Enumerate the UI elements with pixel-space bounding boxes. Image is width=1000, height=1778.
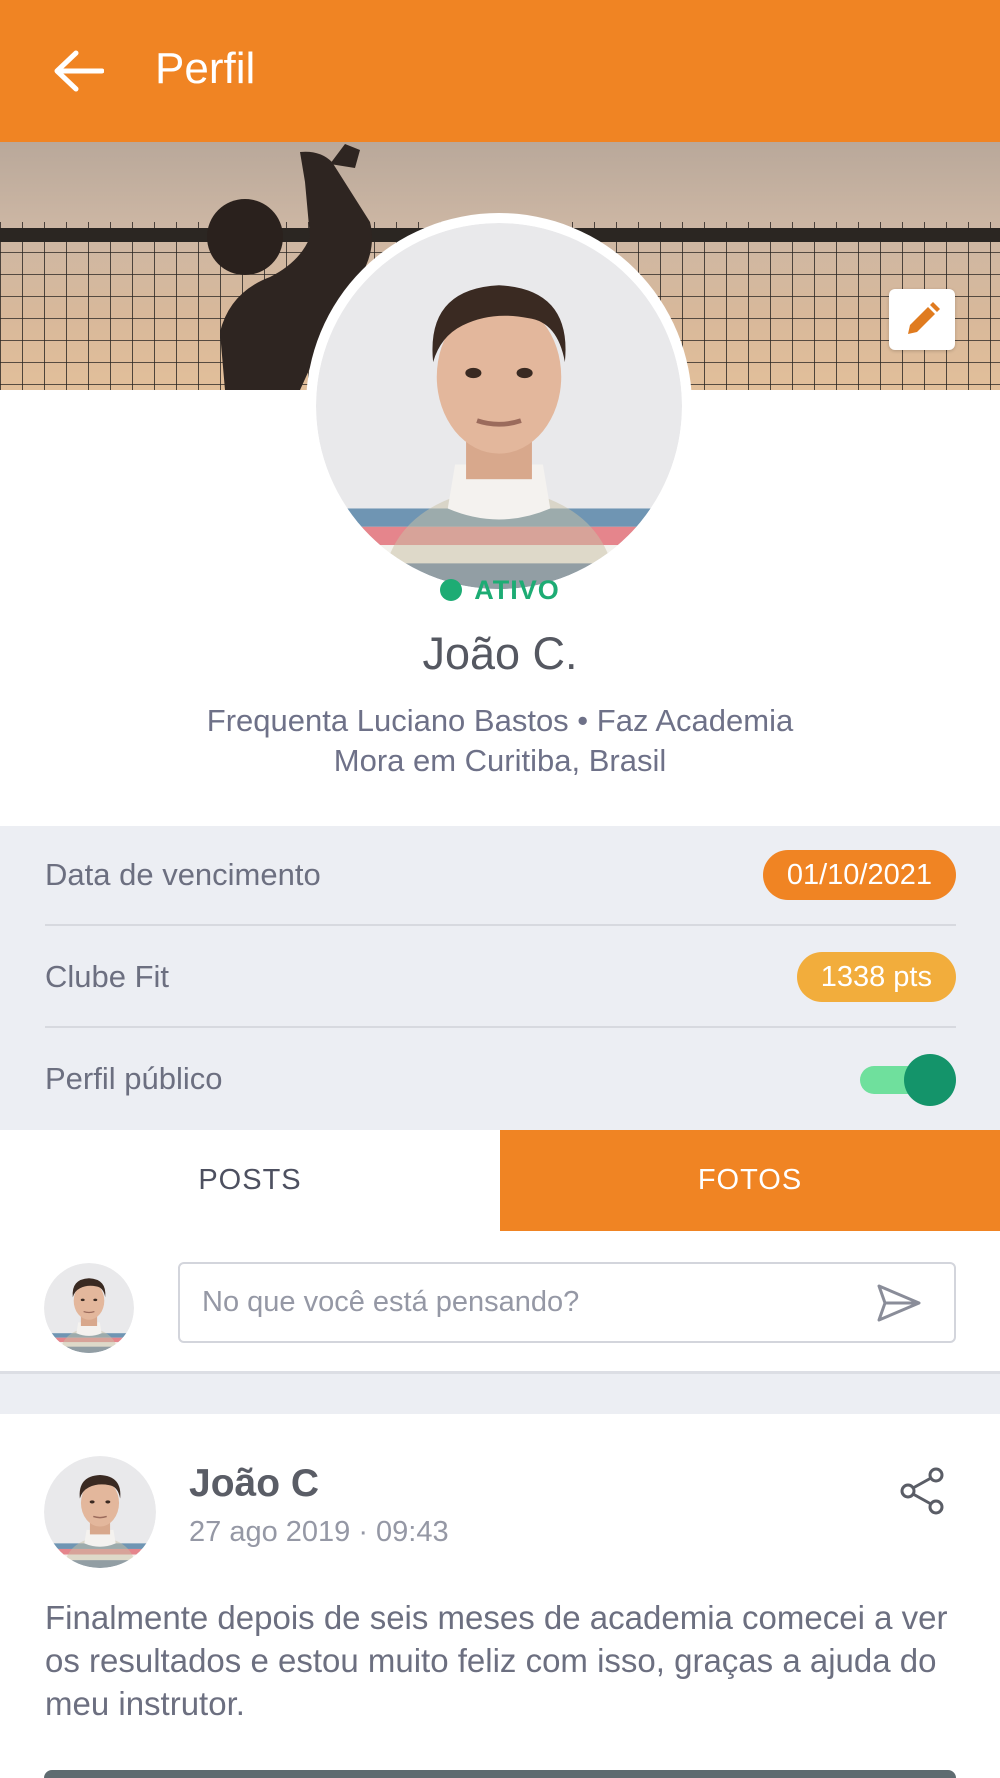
post-input[interactable]: No que você está pensando?	[178, 1262, 956, 1343]
post-text: Finalmente depois de seis meses de acade…	[45, 1599, 948, 1722]
avatar-photo	[44, 1263, 134, 1353]
content-tabs: POSTS FOTOS	[0, 1130, 1000, 1231]
share-button[interactable]	[896, 1464, 950, 1518]
status-badge: ATIVO	[0, 575, 1000, 606]
profile-settings: Data de vencimento 01/10/2021 Clube Fit …	[0, 826, 1000, 1130]
tab-fotos[interactable]: FOTOS	[500, 1130, 1000, 1231]
post-composer: No que você está pensando?	[0, 1231, 1000, 1374]
page-title: Perfil	[155, 44, 256, 93]
status-dot-icon	[440, 579, 463, 601]
status-label: ATIVO	[474, 575, 560, 605]
post-image[interactable]	[44, 1770, 956, 1778]
share-icon	[900, 1467, 944, 1515]
clube-fit-row: Clube Fit 1338 pts	[45, 928, 956, 1028]
avatar	[44, 1263, 134, 1353]
post-card: João C 27 ago 2019 · 09:43 Finalmente de…	[0, 1414, 1000, 1778]
public-profile-label: Perfil público	[45, 1061, 223, 1096]
avatar[interactable]	[44, 1456, 156, 1568]
send-button[interactable]	[872, 1280, 926, 1326]
profile-name: João C.	[422, 628, 578, 679]
profile-info-line-2: Mora em Curitiba, Brasil	[333, 743, 667, 778]
expiry-date-label: Data de vencimento	[45, 857, 321, 892]
section-divider	[0, 1374, 1000, 1414]
edit-cover-button[interactable]	[889, 289, 955, 350]
tab-posts[interactable]: POSTS	[0, 1130, 500, 1231]
pencil-icon	[908, 301, 940, 334]
send-icon	[877, 1284, 921, 1322]
arrow-left-icon	[54, 50, 104, 92]
post-author[interactable]: João C	[189, 1462, 319, 1506]
avatar-photo	[44, 1456, 156, 1568]
back-button[interactable]	[48, 43, 108, 99]
public-profile-toggle[interactable]	[860, 1052, 956, 1106]
clube-fit-label: Clube Fit	[45, 959, 170, 994]
avatar-photo	[316, 223, 682, 589]
expiry-date-row: Data de vencimento 01/10/2021	[45, 826, 956, 926]
profile-avatar	[306, 213, 692, 599]
app-bar: Perfil	[0, 0, 1000, 142]
profile-info-line-1: Frequenta Luciano Bastos • Faz Academia	[206, 703, 794, 738]
public-profile-row: Perfil público	[45, 1029, 956, 1129]
post-date: 27 ago 2019 · 09:43	[189, 1516, 449, 1548]
toggle-knob	[904, 1054, 956, 1106]
points-badge: 1338 pts	[796, 952, 956, 1002]
expiry-date-badge: 01/10/2021	[762, 850, 956, 900]
